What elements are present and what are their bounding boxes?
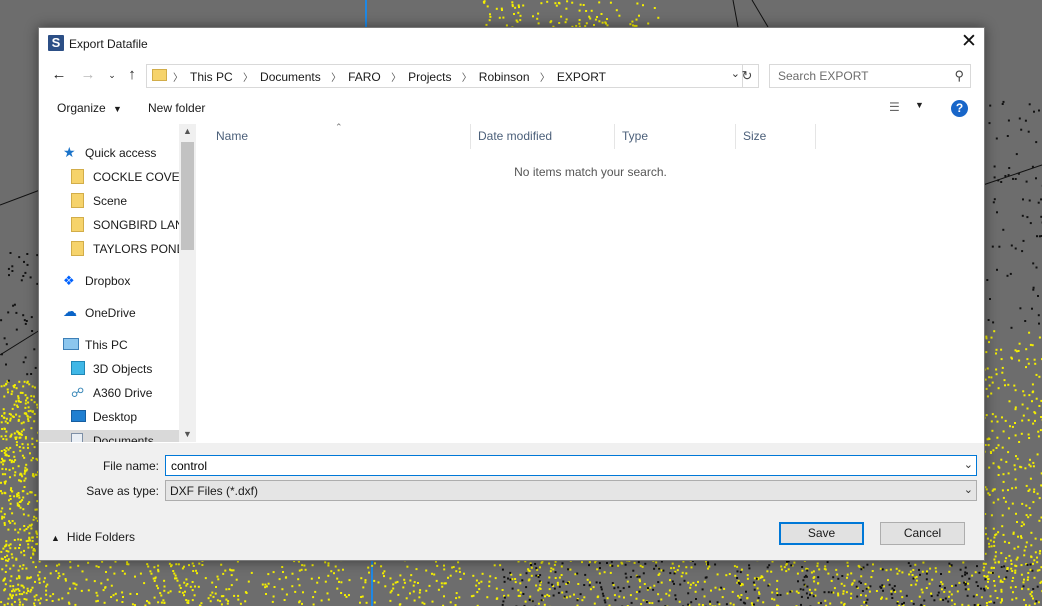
sidebar-item-label: Dropbox: [85, 274, 131, 288]
cube-icon: [71, 361, 85, 375]
sidebar-item-onedrive[interactable]: ☁ OneDrive: [63, 302, 179, 324]
hide-folders-label: Hide Folders: [66, 530, 135, 544]
breadcrumb-faro[interactable]: FARO: [348, 70, 381, 84]
dropbox-icon: ❖: [63, 273, 75, 288]
sidebar-item-documents[interactable]: Documents: [39, 430, 179, 442]
desktop-icon: [71, 410, 86, 422]
chevron-right-icon: 〉: [331, 73, 342, 84]
cancel-button[interactable]: Cancel: [880, 522, 965, 545]
scroll-up-icon[interactable]: ▲: [179, 126, 196, 136]
close-button[interactable]: ✕: [954, 28, 984, 58]
sidebar-item-taylors-pond[interactable]: TAYLORS POND: [71, 238, 185, 260]
dialog-title: Export Datafile: [69, 37, 148, 51]
column-header-date-modified[interactable]: Date modified: [471, 124, 615, 149]
sidebar-item-this-pc[interactable]: This PC: [63, 334, 179, 356]
breadcrumb-documents[interactable]: Documents: [260, 70, 321, 84]
file-name-combobox[interactable]: ⌄: [165, 455, 977, 476]
toolbar: Organize ▼ New folder ☰ ▼ ?: [39, 93, 984, 123]
refresh-icon[interactable]: ↻: [736, 64, 759, 88]
sidebar-item-label: Scene: [93, 194, 128, 208]
search-icon[interactable]: ⚲: [954, 68, 964, 84]
caret-down-icon[interactable]: ▼: [915, 100, 924, 110]
chevron-right-icon: 〉: [539, 73, 550, 84]
star-icon: ★: [63, 144, 76, 160]
column-header-size[interactable]: Size: [736, 124, 816, 149]
sidebar-item-a360-drive[interactable]: ☍ A360 Drive: [71, 382, 179, 404]
chevron-right-icon: 〉: [173, 73, 183, 84]
sidebar-item-label: Documents: [93, 434, 154, 442]
sidebar-item-quick-access[interactable]: ★ Quick access: [63, 142, 179, 164]
breadcrumb-robinson[interactable]: Robinson: [479, 70, 530, 84]
sidebar-item-label: COCKLE COVE R: [93, 170, 192, 184]
organize-label: Organize: [57, 101, 106, 115]
breadcrumb: 〉 This PC 〉 Documents 〉 FARO 〉 Projects 〉 Rob…: [171, 69, 606, 84]
save-panel: File name: ⌄ Save as type: DXF Files (*.…: [39, 443, 984, 560]
back-arrow-icon[interactable]: ←: [50, 66, 68, 84]
caret-up-icon: ▲: [51, 533, 60, 543]
breadcrumb-this-pc[interactable]: This PC: [190, 70, 233, 84]
sidebar-item-3d-objects[interactable]: 3D Objects: [71, 358, 179, 380]
sidebar-item-songbird-lane[interactable]: SONGBIRD LANE: [71, 214, 192, 236]
file-list: ⌃ Name Date modified Type Size No items …: [197, 122, 984, 442]
up-arrow-icon[interactable]: ↑: [123, 66, 141, 84]
organize-button[interactable]: Organize ▼: [57, 101, 122, 115]
search-input[interactable]: [770, 65, 948, 87]
forward-arrow-icon[interactable]: →: [79, 66, 97, 84]
sidebar-item-dropbox[interactable]: ❖ Dropbox: [63, 270, 179, 292]
chevron-down-icon: ⌄: [963, 484, 973, 496]
sidebar-item-label: SONGBIRD LANE: [93, 218, 192, 232]
export-dialog: S Export Datafile ✕ ← → ⌄ ↑ 〉 This PC 〉 Do…: [38, 27, 985, 561]
column-header-type[interactable]: Type: [615, 124, 736, 149]
save-as-type-value: DXF Files (*.dxf): [170, 484, 259, 498]
folder-icon: [71, 193, 84, 208]
navigation-scrollbar[interactable]: ▲ ▼: [179, 124, 196, 442]
app-icon: S: [48, 35, 64, 51]
title-bar: S Export Datafile ✕: [39, 28, 984, 59]
navigation-pane: ★ Quick access COCKLE COVE R Scene SONGB…: [39, 124, 196, 442]
folder-icon: [152, 69, 167, 81]
sidebar-item-label: Quick access: [85, 146, 157, 160]
address-bar[interactable]: 〉 This PC 〉 Documents 〉 FARO 〉 Projects 〉 Rob…: [146, 64, 743, 88]
chevron-down-icon[interactable]: ⌄: [964, 458, 973, 471]
file-name-input[interactable]: [166, 456, 951, 475]
cloud-icon: ☁: [63, 303, 77, 319]
sidebar-item-label: OneDrive: [85, 306, 136, 320]
documents-icon: [71, 433, 83, 442]
computer-icon: [63, 338, 79, 350]
search-box[interactable]: ⚲: [769, 64, 971, 88]
save-button[interactable]: Save: [779, 522, 864, 545]
sidebar-item-cockle-cove[interactable]: COCKLE COVE R: [71, 166, 192, 188]
sidebar-item-scene[interactable]: Scene: [71, 190, 179, 212]
drive-icon: ☍: [71, 385, 85, 400]
sidebar-item-label: This PC: [85, 338, 128, 352]
sidebar-item-label: TAYLORS POND: [93, 242, 186, 256]
empty-message: No items match your search.: [514, 165, 667, 179]
sidebar-item-label: 3D Objects: [93, 362, 153, 376]
sidebar-item-label: Desktop: [93, 410, 138, 424]
column-header-name[interactable]: Name: [209, 124, 471, 149]
chevron-right-icon: 〉: [243, 73, 254, 84]
caret-down-icon: ▼: [113, 104, 122, 114]
save-as-type-select[interactable]: DXF Files (*.dxf) ⌄: [165, 480, 977, 501]
folder-icon: [71, 241, 84, 256]
sidebar-item-label: A360 Drive: [93, 386, 153, 400]
chevron-right-icon: 〉: [391, 73, 402, 84]
help-icon[interactable]: ?: [951, 100, 968, 117]
recent-locations-chevron-icon[interactable]: ⌄: [103, 66, 121, 84]
scroll-down-icon[interactable]: ▼: [179, 429, 196, 439]
chevron-right-icon: 〉: [461, 73, 472, 84]
sidebar-item-desktop[interactable]: Desktop: [71, 406, 179, 428]
breadcrumb-export[interactable]: EXPORT: [557, 70, 606, 84]
scrollbar-thumb[interactable]: [181, 142, 194, 250]
folder-icon: [71, 217, 84, 232]
view-options-icon[interactable]: ☰: [889, 100, 907, 114]
folder-icon: [71, 169, 84, 184]
new-folder-button[interactable]: New folder: [148, 101, 205, 115]
hide-folders-button[interactable]: ▲ Hide Folders: [51, 530, 135, 544]
breadcrumb-projects[interactable]: Projects: [408, 70, 451, 84]
save-as-type-label: Save as type:: [86, 484, 159, 498]
file-name-label: File name:: [102, 459, 159, 473]
